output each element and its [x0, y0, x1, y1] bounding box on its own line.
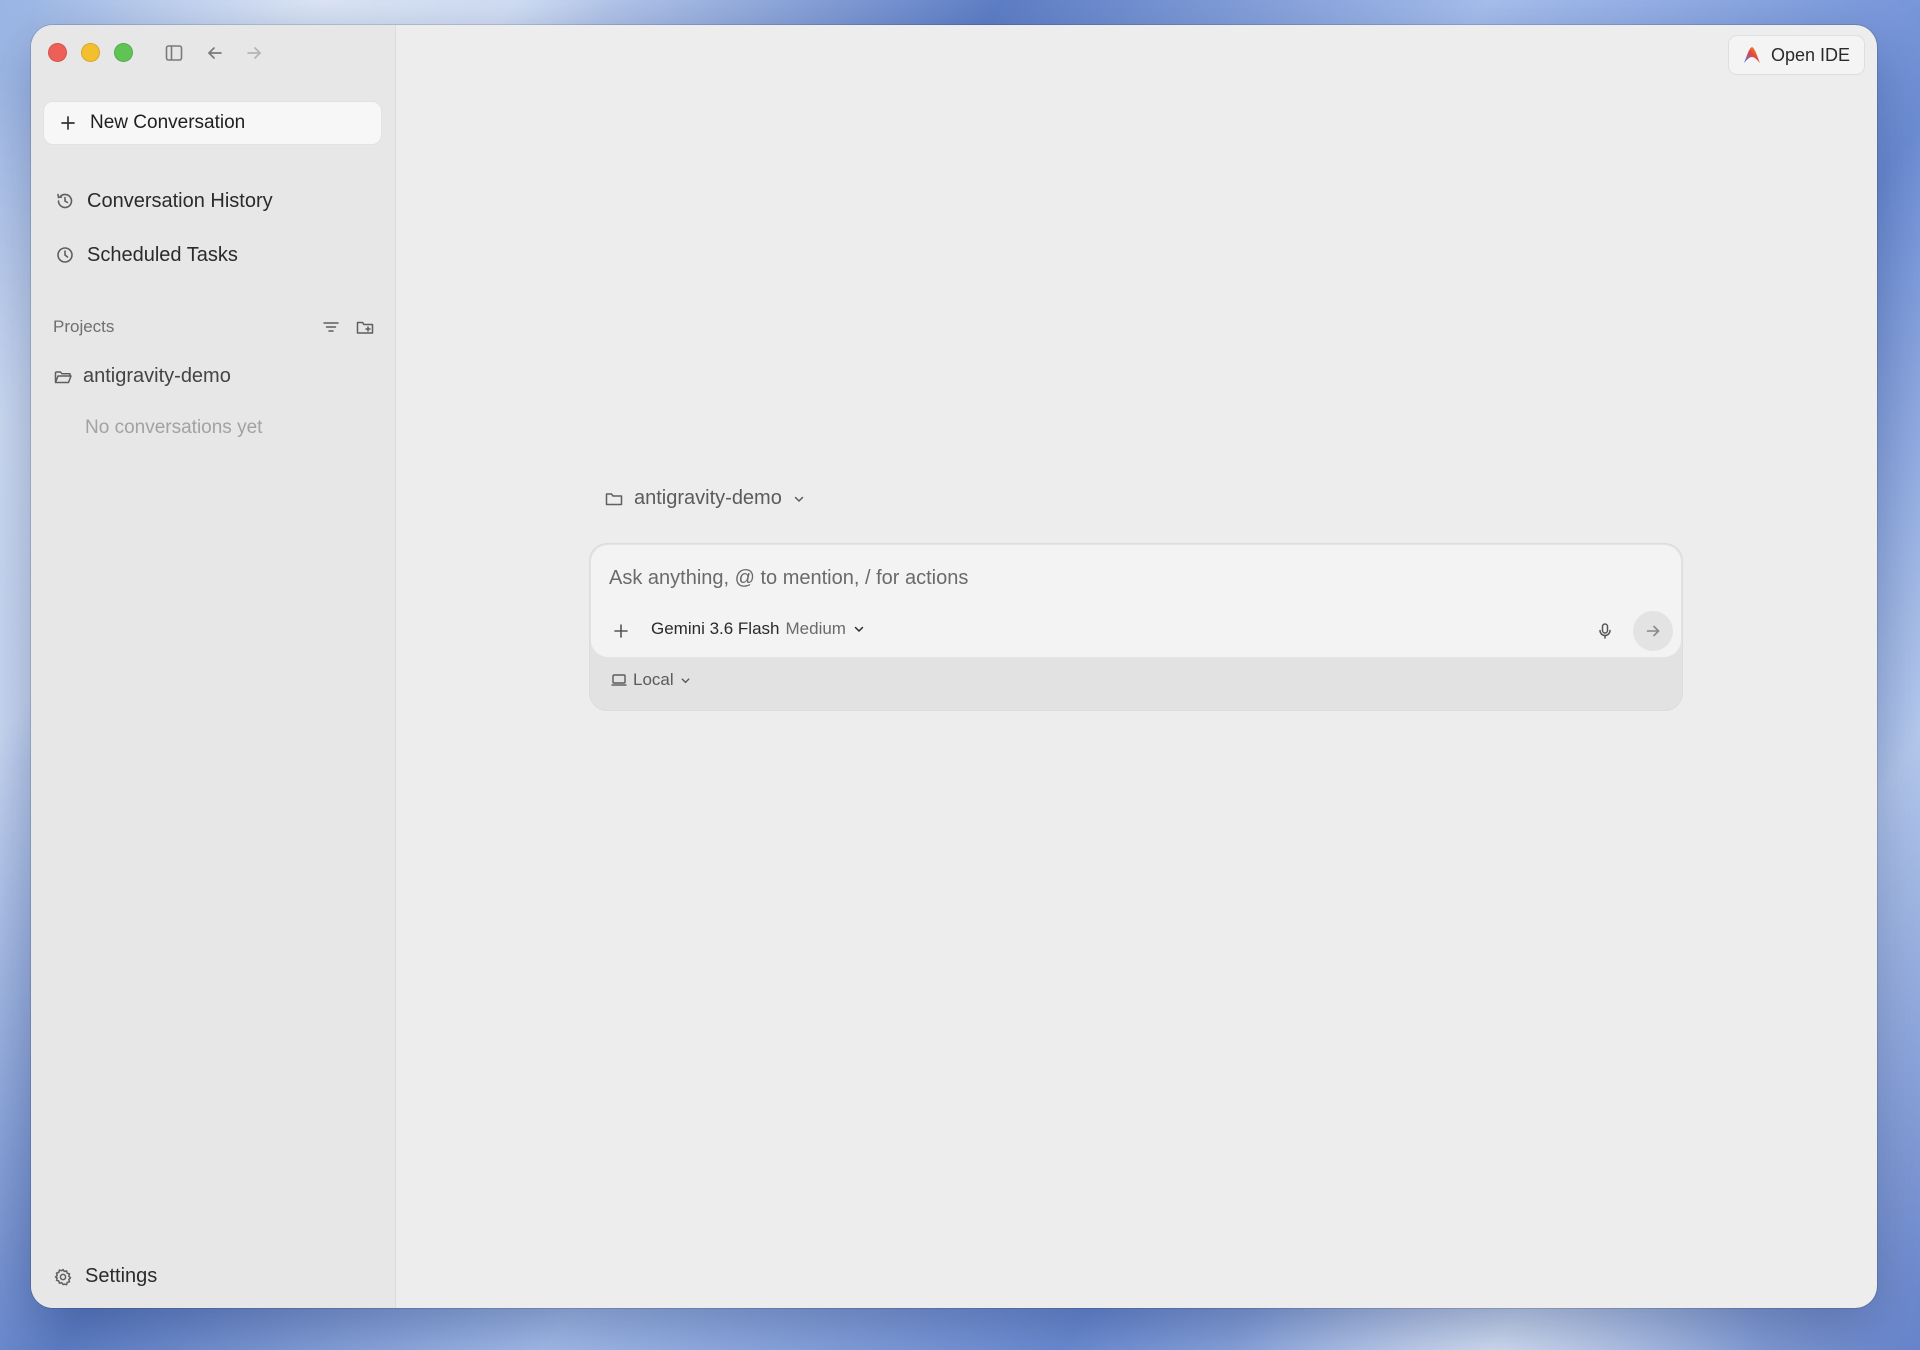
- clock-icon: [57, 247, 73, 263]
- filter-icon[interactable]: [321, 317, 341, 337]
- add-attachment-button[interactable]: [609, 619, 633, 643]
- open-ide-button[interactable]: Open IDE: [1727, 35, 1865, 75]
- model-name: Gemini 3.6 Flash: [651, 619, 780, 638]
- projects-heading: Projects: [53, 317, 115, 336]
- project-item[interactable]: antigravity-demo: [53, 365, 231, 388]
- new-conversation-button[interactable]: New Conversation: [43, 101, 382, 145]
- environment-selector[interactable]: Local: [610, 670, 692, 690]
- project-selector[interactable]: antigravity-demo: [604, 487, 806, 510]
- app-window: New Conversation Conversation History Sc…: [31, 25, 1877, 1308]
- new-conversation-label: New Conversation: [90, 112, 246, 133]
- new-folder-icon[interactable]: [355, 317, 375, 337]
- back-arrow-icon[interactable]: [202, 40, 228, 66]
- folder-icon: [605, 492, 623, 505]
- sidebar-item-scheduled-tasks[interactable]: Scheduled Tasks: [43, 235, 382, 275]
- prompt-input[interactable]: [609, 567, 1609, 590]
- plus-icon: [61, 116, 75, 130]
- model-selector[interactable]: Gemini 3.6 Flash Medium: [651, 619, 866, 639]
- project-name: antigravity-demo: [83, 365, 231, 387]
- settings-button[interactable]: Settings: [53, 1265, 157, 1288]
- laptop-icon: [611, 674, 627, 686]
- gear-icon: [54, 1268, 72, 1285]
- composer: Gemini 3.6 Flash Medium Local: [589, 543, 1683, 711]
- sidebar-item-conversation-history[interactable]: Conversation History: [43, 181, 382, 221]
- minimize-window-button[interactable]: [81, 43, 100, 62]
- traffic-lights: [48, 43, 133, 62]
- send-button[interactable]: [1633, 611, 1673, 651]
- projects-header: Projects: [53, 317, 375, 337]
- model-variant: Medium: [785, 619, 846, 638]
- environment-label: Local: [633, 670, 674, 689]
- chevron-down-icon: [681, 677, 690, 683]
- microphone-icon: [1599, 623, 1611, 639]
- main-panel: Open IDE antigravity-demo Gemini 3.6 Fla…: [396, 25, 1877, 1308]
- project-selector-label: antigravity-demo: [634, 487, 782, 509]
- zoom-window-button[interactable]: [114, 43, 133, 62]
- forward-arrow-icon[interactable]: [241, 40, 267, 66]
- sidebar: New Conversation Conversation History Sc…: [31, 25, 396, 1308]
- plus-icon: [614, 624, 628, 638]
- sidebar-item-label: Conversation History: [87, 189, 273, 212]
- history-icon: [57, 193, 73, 209]
- antigravity-logo-icon: [1743, 47, 1760, 63]
- chevron-down-icon: [854, 626, 864, 633]
- sidebar-toggle-icon[interactable]: [161, 40, 187, 66]
- folder-open-icon: [54, 370, 72, 383]
- send-arrow-icon: [1646, 625, 1660, 637]
- composer-box: Gemini 3.6 Flash Medium: [590, 544, 1682, 658]
- empty-conversations-note: No conversations yet: [85, 417, 263, 438]
- chevron-down-icon: [794, 496, 804, 502]
- close-window-button[interactable]: [48, 43, 67, 62]
- sidebar-item-label: Scheduled Tasks: [87, 243, 238, 266]
- open-ide-label: Open IDE: [1770, 44, 1850, 65]
- settings-label: Settings: [85, 1265, 158, 1287]
- microphone-button[interactable]: [1593, 619, 1617, 643]
